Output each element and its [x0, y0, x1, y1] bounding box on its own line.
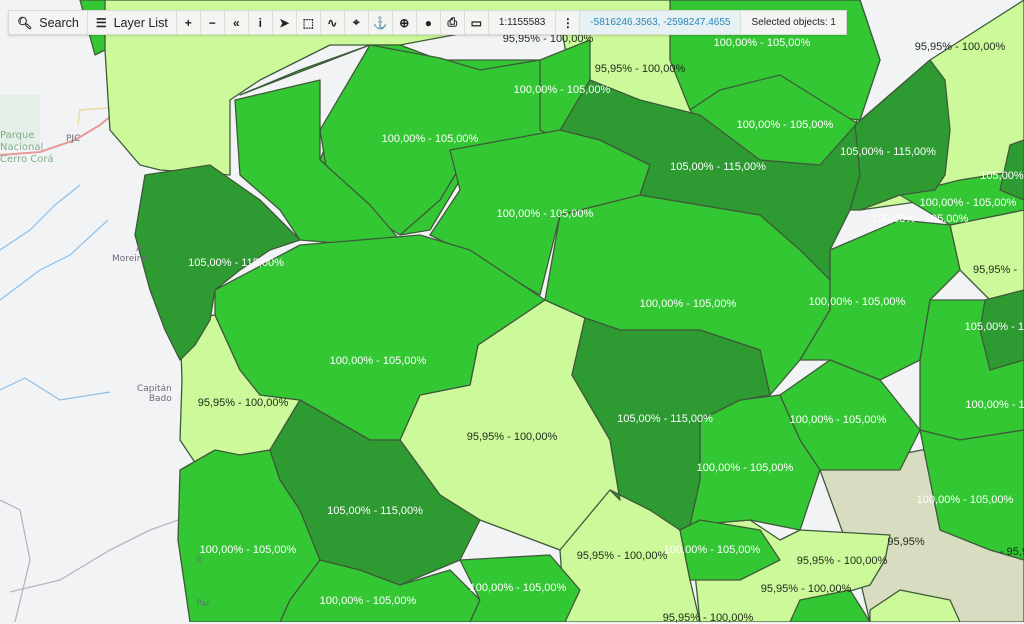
admin-border: [9, 519, 179, 593]
collapse-icon: «: [232, 15, 240, 30]
select-pointer-button[interactable]: ➤: [273, 11, 297, 34]
region-label: 100,00% - 105,00%: [381, 133, 479, 145]
region-label: 105,00% - 115,00%: [188, 257, 284, 269]
place-label-capitan-bado: Capitán Bado: [137, 384, 172, 404]
region-label: 100,00% - 105,00%: [808, 296, 906, 308]
region-label: 100,00% - 105,00%: [319, 595, 417, 607]
search-icon: 🔍︎: [17, 15, 33, 30]
pin-button[interactable]: ⚓: [369, 11, 393, 34]
region-label: 100,00% - 105,00%: [663, 544, 761, 556]
region-label: 105,00%: [980, 170, 1024, 182]
select-pointer-icon: ➤: [279, 15, 290, 30]
info-icon: i: [258, 15, 262, 30]
list-icon: ☰: [95, 15, 107, 30]
region-label: 100,00% - 105,00%: [639, 298, 737, 310]
region-label: 95,95% - 100,00%: [466, 431, 558, 443]
region-label: 105,00% - 115,00%: [670, 161, 766, 173]
map-canvas[interactable]: Parque Nacional Cerro Corá PJC Ar Moreira C…: [0, 0, 1024, 624]
coordinates-readout: -5816246.3563, -2598247.4655: [580, 11, 742, 34]
layer-list-label: Layer List: [113, 15, 168, 30]
river: [0, 184, 81, 251]
choropleth-layer[interactable]: [0, 0, 1024, 622]
locate-button[interactable]: ⌖: [345, 11, 369, 34]
region-label: 95,95% - 100,00%: [576, 550, 668, 562]
magnify-button[interactable]: ⊕: [393, 11, 417, 34]
place-label-pjc: PJC: [66, 134, 81, 144]
region-label: 95,95% - 100,00%: [796, 555, 888, 567]
box-select-icon: ⬚: [302, 15, 314, 30]
region-label: 95,95% - 100,00%: [914, 41, 1006, 53]
collapse-button[interactable]: «: [225, 11, 249, 34]
zoom-in-button[interactable]: +: [177, 11, 201, 34]
globe-button[interactable]: ●: [417, 11, 441, 34]
tool-buttons: + − « i ➤ ⬚ ∿ ⌖ ⚓ ⊕ ● ⎙ ▭: [177, 11, 489, 34]
zoom-out-icon: −: [208, 15, 216, 30]
region-label: 100,00% - 105,00%: [871, 213, 969, 225]
region-label: 100,00% - 105,00%: [713, 37, 811, 49]
region-label: 100,00% - 105,00%: [329, 355, 427, 367]
region-label: 95,95% - 100,00%: [594, 63, 686, 75]
park-label: Parque Nacional Cerro Corá: [0, 130, 54, 165]
region-label: 100,00% - 105,00%: [916, 494, 1014, 506]
layer-list-button[interactable]: ☰ Layer List: [88, 11, 177, 34]
globe-icon: ●: [424, 15, 432, 30]
zoom-in-icon: +: [184, 15, 192, 30]
zoom-out-button[interactable]: −: [201, 11, 225, 34]
region-label: 95,95%: [887, 536, 925, 548]
river: [0, 219, 109, 301]
pin-icon: ⚓: [372, 15, 388, 30]
locate-icon: ⌖: [352, 15, 360, 29]
region-label: 105,00% - 115,00%: [617, 413, 713, 425]
region-label: 100,00% - 105,00%: [789, 414, 887, 426]
map-toolbar: 🔍︎ Search ☰ Layer List + − « i ➤ ⬚ ∿ ⌖ ⚓ ⊕ ● ⎙ ▭ 1:1…: [8, 10, 847, 35]
region-label: 100,00% - 1: [965, 399, 1024, 411]
region-label: 95,95% -: [972, 264, 1018, 276]
region-label: 100,00% - 105,00%: [199, 544, 297, 556]
scale-bar-icon: ▭: [470, 15, 482, 30]
region-label: - 95,9: [999, 546, 1024, 558]
region-label: 100,00% - 105,00%: [513, 84, 611, 96]
selected-objects-count: Selected objects: 1: [751, 17, 836, 28]
place-label-ita: It: [196, 556, 203, 566]
admin-border: [0, 499, 31, 622]
region-label: 95,95% - 100,00%: [197, 397, 289, 409]
kebab-menu-icon: ⋮: [561, 15, 574, 30]
region-label: 100,00% - 105,00%: [696, 462, 794, 474]
region-label: 105,00% - 115,00%: [840, 146, 936, 158]
search-label: Search: [39, 15, 79, 30]
scale-bar-button[interactable]: ▭: [465, 11, 489, 34]
river: [0, 377, 111, 401]
measure-icon: ∿: [327, 15, 338, 30]
measure-button[interactable]: ∿: [321, 11, 345, 34]
search-button[interactable]: 🔍︎ Search: [9, 11, 88, 34]
region-label: 100,00% - 105,00%: [469, 582, 567, 594]
place-label-para: Par: [196, 599, 211, 609]
magnify-icon: ⊕: [399, 15, 410, 30]
region-label: 95,95% - 100,00%: [662, 612, 754, 624]
box-select-button[interactable]: ⬚: [297, 11, 321, 34]
print-button[interactable]: ⎙: [441, 11, 465, 34]
region-label: 100,00% - 105,00%: [919, 197, 1017, 209]
region-label: 105,00% - 115,00%: [327, 505, 423, 517]
region-label: 95,95% - 100,00%: [760, 583, 852, 595]
info-button[interactable]: i: [249, 11, 273, 34]
region-label: 100,00% - 105,00%: [496, 208, 594, 220]
region-label: 100,00% - 105,00%: [736, 119, 834, 131]
scale-readout: 1:1155583: [489, 11, 557, 34]
region-label: 105,00% - 115: [964, 321, 1024, 333]
more-menu-button[interactable]: ⋮: [556, 11, 581, 34]
print-icon: ⎙: [447, 15, 458, 29]
place-label-moreira: Ar Moreira: [112, 244, 147, 264]
